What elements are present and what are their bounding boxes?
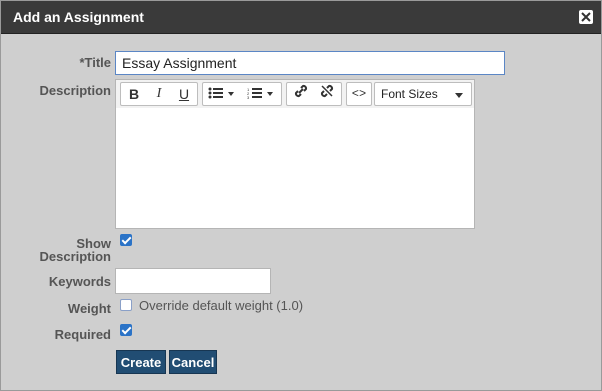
unordered-list-icon[interactable]: [205, 83, 239, 105]
link-icon[interactable]: [289, 83, 313, 105]
editor-toolbar: B I U 1 2 3 <> Font Sizes: [116, 80, 474, 109]
chevron-down-icon: [455, 93, 463, 98]
format-group: B I U: [120, 82, 198, 106]
font-sizes-select[interactable]: Font Sizes: [374, 82, 472, 106]
required-label: Required: [54, 327, 111, 342]
unlink-icon[interactable]: [315, 83, 339, 105]
italic-button[interactable]: I: [147, 83, 171, 105]
close-icon[interactable]: [579, 10, 593, 24]
required-checkbox[interactable]: [120, 324, 132, 336]
rich-text-editor: B I U 1 2 3 <> Font Sizes: [115, 79, 475, 229]
override-weight-label: Override default weight (1.0): [139, 298, 304, 313]
override-weight-checkbox[interactable]: [120, 299, 132, 311]
keywords-input[interactable]: [115, 268, 271, 294]
keywords-label: Keywords: [48, 274, 111, 289]
editor-content[interactable]: [116, 108, 474, 228]
cancel-button[interactable]: Cancel: [169, 350, 217, 374]
code-group: <>: [346, 82, 372, 106]
weight-label: Weight: [67, 301, 111, 316]
dialog-title: Add an Assignment: [13, 9, 144, 25]
title-input[interactable]: [115, 51, 505, 75]
list-group: 1 2 3: [202, 82, 282, 106]
dialog-titlebar: Add an Assignment: [1, 1, 601, 34]
code-icon[interactable]: <>: [347, 83, 371, 105]
create-button[interactable]: Create: [116, 350, 166, 374]
description-label: Description: [39, 83, 111, 98]
font-sizes-label: Font Sizes: [381, 87, 438, 101]
close-x-icon: [581, 12, 591, 22]
ordered-list-icon[interactable]: 1 2 3: [243, 83, 279, 105]
title-label: *Title: [79, 55, 111, 70]
link-group: [286, 82, 342, 106]
show-description-line2: Description: [39, 249, 111, 264]
svg-text:3: 3: [247, 95, 250, 99]
show-description-checkbox[interactable]: [120, 234, 132, 246]
underline-button[interactable]: U: [172, 83, 196, 105]
show-description-label: Show Description: [37, 237, 111, 263]
bold-button[interactable]: B: [122, 83, 146, 105]
assignment-dialog: Add an Assignment *Title Description B I…: [0, 0, 602, 391]
